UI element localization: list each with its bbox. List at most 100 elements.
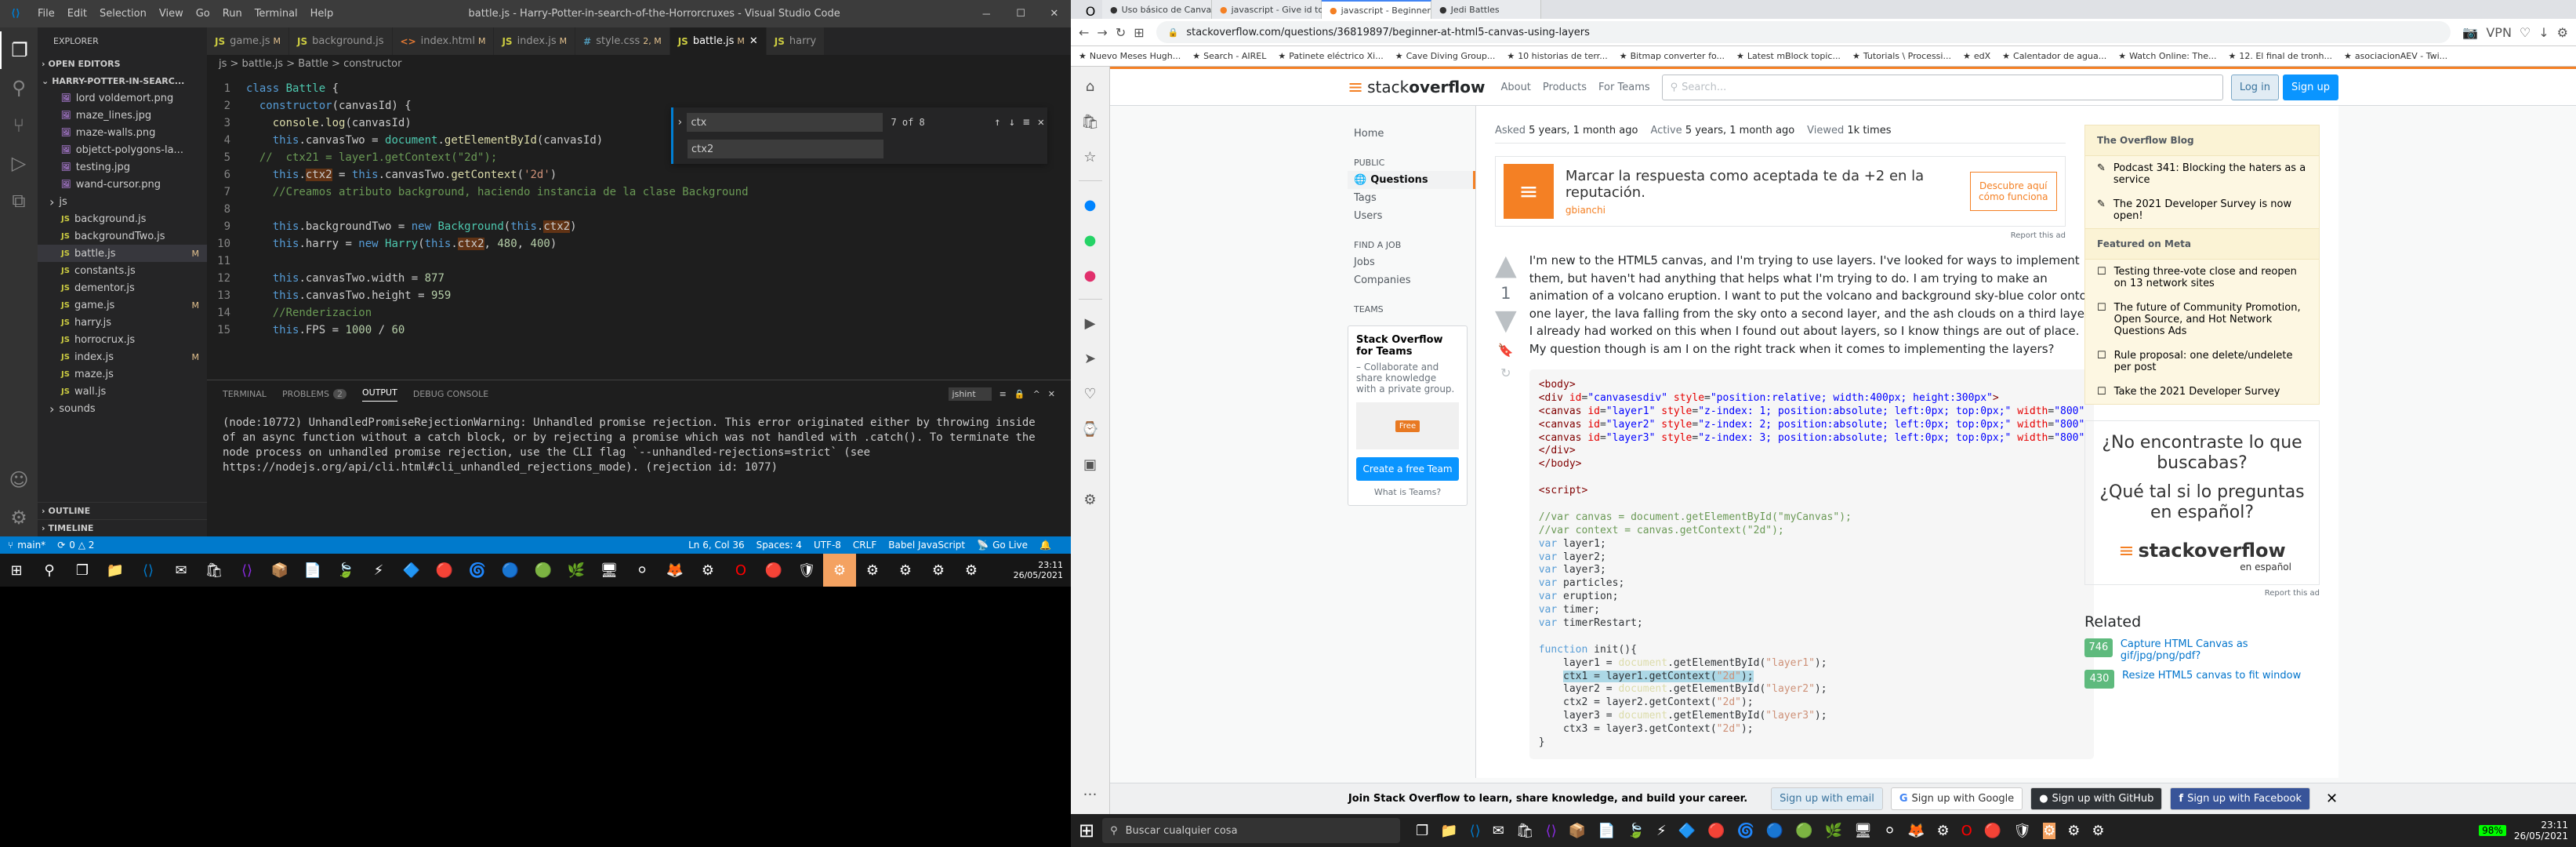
close-banner-icon[interactable]: ✕ [2326,791,2338,807]
opera-icon[interactable]: O [724,554,757,587]
notifications-icon[interactable]: 🔔 [1039,540,1051,551]
tab-harry[interactable]: JS harry [766,27,825,55]
file-item-battle.js[interactable]: JS battle.js M [38,245,207,262]
so-left-nav-item[interactable]: Home [1348,125,1475,143]
start-icon[interactable]: ⊞ [1079,820,1094,842]
explorer-icon[interactable]: ❐ [0,31,38,69]
file-item-maze.js[interactable]: JS maze.js [38,365,207,383]
file-item-js[interactable]: › js [38,193,207,210]
replace-input[interactable] [688,140,883,158]
meta-item[interactable]: ☐ Take the 2021 Developer Survey [2085,380,2319,404]
maximize-icon[interactable]: ☐ [1016,8,1025,20]
menu-go[interactable]: Go [190,8,216,20]
task-view-icon[interactable]: ❐ [1416,823,1428,839]
bookmark-item[interactable]: ★ edX [1963,51,1990,61]
ad-sidebar[interactable]: ¿No encontraste lo que buscabas? ¿Qué ta… [2084,420,2320,585]
file-item-maze-walls.png[interactable]: 🖼 maze-walls.png [38,124,207,141]
whatsapp-icon[interactable]: ● [1079,228,1102,252]
browser-tab[interactable]: ● Uso básico de Canvas - Re [1102,0,1235,19]
bookmark-item[interactable]: ★ 10 historias de terr... [1507,51,1607,61]
app13-icon[interactable]: ⚙ [2092,823,2104,839]
bookmark-item[interactable]: ★ Calentador de agua... [2002,51,2106,61]
signup-facebook-btn[interactable]: f Sign up with Facebook [2170,787,2310,810]
file-item-dementor.js[interactable]: JS dementor.js [38,279,207,296]
so-nav-products[interactable]: Products [1543,82,1587,93]
app13-icon[interactable]: ⚙ [889,554,922,587]
blog-item[interactable]: ✎ The 2021 Developer Survey is now open! [2085,192,2319,228]
browser-toolbar-icons[interactable]: 📷 VPN ♡ ↓ ⚙ [2462,25,2568,40]
related-item[interactable]: 746 Capture HTML Canvas as gif/jpg/png/pd… [2084,638,2320,662]
app12-icon[interactable]: ⚙ [856,554,889,587]
app3-icon[interactable]: ⚡ [362,554,395,587]
file-item-horrocrux.js[interactable]: JS horrocrux.js [38,331,207,348]
shopping-icon[interactable]: 🛍 [1079,110,1102,133]
code-editor[interactable]: 1 class Battle {2 constructor(canvasId) {… [207,72,1071,380]
file-item-lord voldemort.png[interactable]: 🖼 lord voldemort.png [38,89,207,107]
send-icon[interactable]: ➤ [1079,347,1102,370]
bookmark-item[interactable]: ★ asociacionAEV - Twi... [2344,51,2447,61]
start-icon[interactable]: ⊞ [0,554,33,587]
app15-icon[interactable]: ⚙ [955,554,988,587]
panel-tab-output[interactable]: OUTPUT [361,387,397,402]
so-nav-about[interactable]: About [1500,82,1530,93]
file-icon[interactable]: 📄 [1598,823,1615,839]
app12-icon[interactable]: ⚙ [2067,823,2080,839]
signup-email-btn[interactable]: Sign up with email [1771,787,1883,810]
app2-icon[interactable]: 🍃 [329,554,362,587]
messenger-icon[interactable]: ● [1079,193,1102,216]
panel-tab-problems[interactable]: PROBLEMS 2 [282,389,346,399]
app14-icon[interactable]: ⚙ [922,554,955,587]
app6-icon[interactable]: 🔵 [1766,823,1783,839]
ad-banner[interactable]: ≡ Marcar la respuesta como aceptada te d… [1495,156,2066,227]
browser-tab[interactable]: ● Jedi Battles [1431,0,1541,19]
chrome-icon[interactable]: ⚪ [626,554,659,587]
tab-background.js[interactable]: JS background.js [289,27,393,55]
downvote-icon[interactable]: ▼ [1495,307,1517,335]
panel-tab-debug console[interactable]: DEBUG CONSOLE [413,389,488,399]
panel-tab-terminal[interactable]: TERMINAL [223,389,267,399]
opera-icon[interactable]: O [1961,823,1972,839]
taskbar-search[interactable]: ⚲ Buscar cualquier cosa [1102,818,1401,843]
app9-icon[interactable]: 🔴 [757,554,790,587]
so-logo[interactable]: ≡ stack overflow [1348,76,1485,98]
signup-github-btn[interactable]: ● Sign up with GitHub [2030,787,2163,810]
browser-nav-controls[interactable]: ← → ↻ ⊞ [1079,25,1145,40]
signup-button[interactable]: Sign up [2283,74,2338,100]
menu-help[interactable]: Help [304,8,340,20]
edge-icon[interactable]: 🌀 [461,554,494,587]
history-icon[interactable]: ↻ [1500,365,1511,380]
so-left-nav-item[interactable]: Companies [1348,271,1475,289]
so-nav-for teams[interactable]: For Teams [1598,82,1650,93]
settings-icon[interactable]: ⚙ [0,499,38,536]
app11-icon[interactable]: ⚙ [2043,822,2056,839]
app4-icon[interactable]: 🔷 [395,554,428,587]
bookmark-icon[interactable]: 🔖 [1498,343,1514,358]
star-icon[interactable]: ☆ [1079,145,1102,169]
file-item-harry.js[interactable]: JS harry.js [38,314,207,331]
language-mode[interactable]: Babel JavaScript [888,540,965,551]
file-item-maze_lines.jpg[interactable]: 🖼 maze_lines.jpg [38,107,207,124]
app7-icon[interactable]: 🌿 [560,554,593,587]
settings-icon[interactable]: ⚙ [1079,488,1102,511]
close-tab-icon[interactable]: ✕ [749,35,758,47]
url-bar[interactable]: 🔒 stackoverflow.com/questions/36819897/b… [1156,21,2451,43]
menu-edit[interactable]: Edit [61,8,93,20]
instagram-icon[interactable]: ● [1079,264,1102,287]
find-controls[interactable]: ↑ ↓ ≡ ✕ [994,114,1044,131]
file-item-backgroundTwo.js[interactable]: JS backgroundTwo.js [38,227,207,245]
mail-icon[interactable]: ✉ [165,554,198,587]
file-item-index.js[interactable]: JS index.js M [38,348,207,365]
app10-icon[interactable]: 🛡 [790,554,823,587]
browser-tab[interactable]: ●javascript - Beginner at HT✕ [1322,0,1464,19]
upvote-icon[interactable]: ▲ [1495,252,1517,280]
file-item-objetct-polygons-la...[interactable]: 🖼 objetct-polygons-la... [38,141,207,158]
login-button[interactable]: Log in [2230,74,2280,100]
sync-status[interactable]: ⟳ 0 △ 2 [57,540,94,551]
task-view-icon[interactable]: ❐ [66,554,99,587]
eol[interactable]: CRLF [853,540,876,551]
home-icon[interactable]: ⌂ [1079,75,1102,98]
tab-game.js[interactable]: JS game.js M [207,27,290,55]
app6-icon[interactable]: 🔵 [494,554,527,587]
bookmark-item[interactable]: ★ Search - AIREL [1192,51,1266,61]
app9-icon[interactable]: 🔴 [1984,823,2001,839]
